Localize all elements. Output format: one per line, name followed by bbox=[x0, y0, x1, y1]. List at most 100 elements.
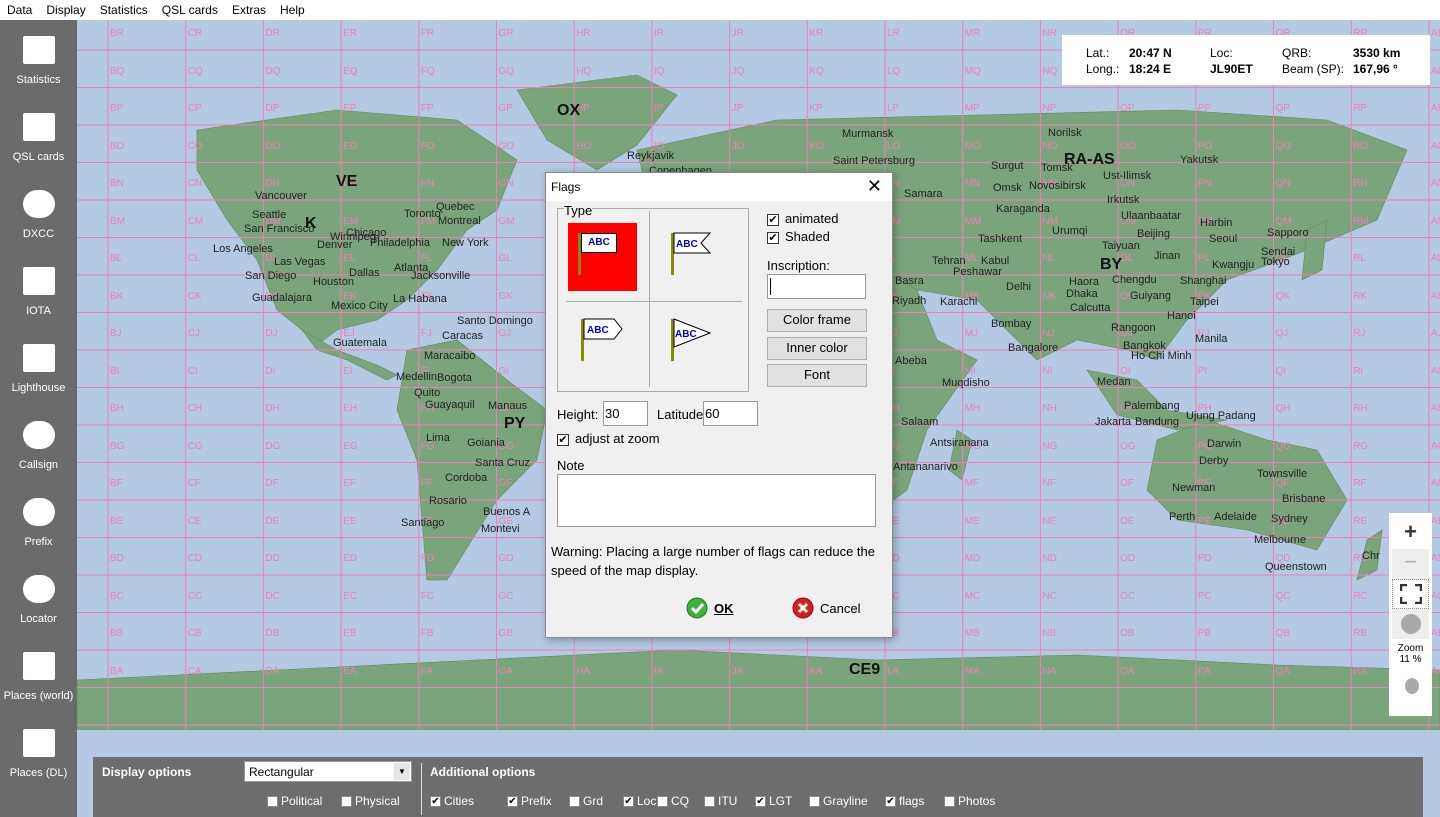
city-label: Los Angeles bbox=[213, 243, 273, 255]
grid-square-label: FC bbox=[420, 590, 435, 602]
option-photos-checkbox[interactable]: Photos bbox=[944, 794, 995, 808]
long-value: 18:24 E bbox=[1129, 62, 1172, 76]
sidebar-item-lighthouse[interactable]: Lighthouse bbox=[0, 328, 77, 405]
grid-square-label: MD bbox=[964, 553, 981, 564]
city-label: Tashkent bbox=[978, 233, 1023, 245]
option-label: ITU bbox=[718, 794, 738, 808]
grid-square-label: NJ bbox=[1042, 328, 1055, 339]
grid-square-label: NK bbox=[1042, 290, 1057, 302]
sidebar-item-label: Locator bbox=[20, 613, 57, 625]
city-label: Medellin bbox=[396, 371, 437, 383]
grid-square-label: GL bbox=[498, 253, 512, 264]
grid-square-label: GR bbox=[498, 28, 514, 39]
note-textarea[interactable] bbox=[557, 474, 876, 527]
zoom-in-button[interactable]: + bbox=[1389, 513, 1432, 549]
option-cities-checkbox[interactable]: ✔ Cities bbox=[430, 794, 474, 808]
option-lgt-checkbox[interactable]: ✔ LGT bbox=[755, 794, 792, 808]
city-label: Abeba bbox=[895, 355, 927, 367]
city-label: Darwin bbox=[1207, 438, 1242, 450]
menu-data[interactable]: Data bbox=[0, 0, 39, 20]
inscription-input[interactable] bbox=[767, 274, 866, 299]
animated-checkbox[interactable]: ✔ animated bbox=[767, 211, 838, 226]
sidebar-item-iota[interactable]: IOTA bbox=[0, 251, 77, 328]
grid-square-label: GB bbox=[498, 628, 513, 639]
grid-square-label: LQ bbox=[887, 65, 901, 77]
iota-palm-icon bbox=[22, 267, 55, 295]
menu-display[interactable]: Display bbox=[39, 0, 92, 20]
grid-square-label: LP bbox=[887, 103, 900, 114]
grid-square-label: RJ bbox=[1353, 328, 1366, 339]
grid-square-label: DH bbox=[265, 403, 280, 414]
display-options-label: Display options bbox=[102, 765, 192, 779]
grid-square-label: BE bbox=[110, 515, 124, 527]
latitude-label: Latitude bbox=[657, 407, 704, 422]
option-prefix-checkbox[interactable]: ✔ Prefix bbox=[507, 794, 552, 808]
sidebar-item-prefix[interactable]: Prefix bbox=[0, 482, 77, 559]
flag-type-pennant[interactable]: ABC bbox=[658, 309, 738, 377]
city-label: Ujung Padang bbox=[1186, 410, 1256, 422]
color-frame-button[interactable]: Color frame bbox=[767, 309, 867, 332]
physical-checkbox[interactable]: Physical bbox=[341, 794, 400, 808]
menu-help[interactable]: Help bbox=[273, 0, 312, 20]
sidebar-item-locator[interactable]: Locator bbox=[0, 559, 77, 636]
grid-square-label: MF bbox=[964, 478, 980, 489]
city-label: San Francisco bbox=[244, 223, 315, 235]
hand-icon bbox=[1404, 678, 1419, 694]
globe-button[interactable] bbox=[1392, 609, 1429, 639]
grid-square-label: ME bbox=[964, 515, 980, 527]
menu-statistics[interactable]: Statistics bbox=[93, 0, 155, 20]
projection-select[interactable]: Rectangular ▼ bbox=[244, 761, 412, 782]
ok-button[interactable]: OK bbox=[686, 597, 734, 619]
sidebar-item-places-world[interactable]: Places (world) bbox=[0, 636, 77, 713]
close-icon[interactable]: ✕ bbox=[867, 176, 882, 197]
flag-type-swallowtail[interactable]: ABC bbox=[658, 223, 738, 291]
city-label: Derby bbox=[1199, 455, 1229, 467]
sidebar-item-qsl-cards[interactable]: QSL cards bbox=[0, 97, 77, 174]
sidebar-item-dxcc[interactable]: DXCC bbox=[0, 174, 77, 251]
germany-map-icon bbox=[22, 729, 55, 757]
zoom-out-button[interactable]: − bbox=[1392, 549, 1429, 579]
latitude-input[interactable]: 60 bbox=[703, 401, 758, 426]
option-flags-checkbox[interactable]: ✔ flags bbox=[885, 794, 924, 808]
city-label: Bandung bbox=[1135, 416, 1180, 428]
font-button[interactable]: Font bbox=[767, 364, 867, 387]
sidebar-item-callsign[interactable]: Callsign bbox=[0, 405, 77, 482]
cancel-x-icon bbox=[792, 597, 814, 619]
flag-type-rectangle[interactable]: ABC bbox=[568, 223, 637, 291]
option-grd-checkbox[interactable]: Grd bbox=[569, 794, 603, 808]
grid-square-label: DN bbox=[265, 178, 280, 189]
grid-square-label: AG bbox=[1430, 440, 1440, 452]
grid-square-label: EI bbox=[343, 365, 353, 377]
grid-square-label: GK bbox=[498, 290, 513, 302]
grid-square-label: AB bbox=[1430, 628, 1440, 639]
grid-square-label: RO bbox=[1353, 140, 1369, 152]
option-loc-checkbox[interactable]: ✔ Loc bbox=[623, 794, 656, 808]
grid-square-label: PD bbox=[1197, 553, 1212, 564]
adjust-at-zoom-checkbox[interactable]: ✔ adjust at zoom bbox=[557, 431, 660, 446]
cancel-button[interactable]: Cancel bbox=[792, 597, 860, 619]
pan-hand-button[interactable] bbox=[1389, 673, 1432, 698]
grid-square-label: AI bbox=[1430, 365, 1440, 377]
grid-square-label: FJ bbox=[420, 328, 432, 339]
political-checkbox[interactable]: Political bbox=[267, 794, 322, 808]
option-label: Grd bbox=[583, 794, 604, 808]
shaded-checkbox[interactable]: ✔ Shaded bbox=[767, 229, 830, 244]
menu-extras[interactable]: Extras bbox=[225, 0, 273, 20]
flag-type-pointed[interactable]: ABC bbox=[568, 309, 648, 377]
warning-text: Warning: Placing a large number of flags… bbox=[551, 544, 875, 578]
grid-square-label: BR bbox=[110, 28, 124, 39]
fullscreen-button[interactable] bbox=[1392, 579, 1429, 609]
grid-square-label: HR bbox=[576, 28, 591, 39]
option-grayline-checkbox[interactable]: Grayline bbox=[809, 794, 868, 808]
grid-square-label: PI bbox=[1197, 365, 1208, 377]
option-itu-checkbox[interactable]: ITU bbox=[704, 794, 737, 808]
inner-color-button[interactable]: Inner color bbox=[767, 337, 867, 360]
sidebar-item-statistics[interactable]: Statistics bbox=[0, 20, 77, 97]
sidebar-item-places-dl[interactable]: Places (DL) bbox=[0, 713, 77, 790]
option-cq-checkbox[interactable]: CQ bbox=[657, 794, 689, 808]
menu-qsl-cards[interactable]: QSL cards bbox=[155, 0, 225, 20]
menu-bar: Data Display Statistics QSL cards Extras… bbox=[0, 0, 1440, 20]
grid-square-label: AO bbox=[1430, 140, 1440, 152]
grid-square-label: DR bbox=[265, 28, 280, 39]
height-input[interactable]: 30 bbox=[603, 401, 648, 426]
